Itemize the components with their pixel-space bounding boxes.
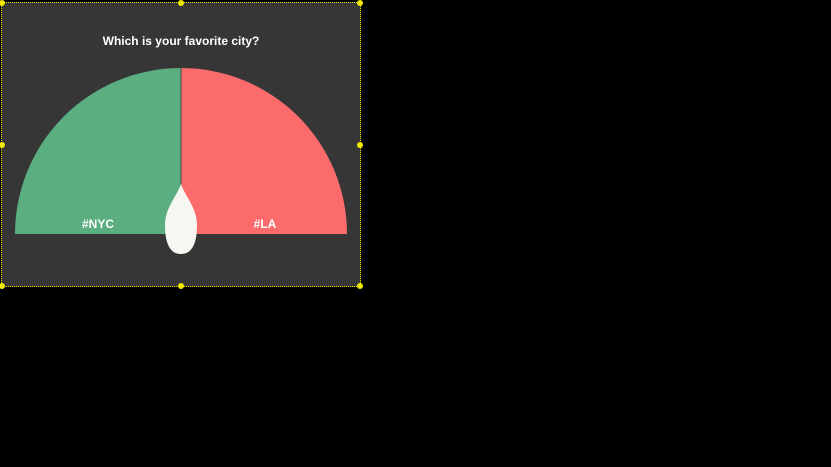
poll-widget-frame[interactable]: Which is your favorite city? #NYC #LA <box>0 0 363 289</box>
gauge-segment-nyc <box>15 68 181 234</box>
option-label-nyc: #NYC <box>81 217 114 231</box>
resize-handle-top[interactable] <box>178 0 184 6</box>
resize-handle-right[interactable] <box>357 142 363 148</box>
poll-gauge <box>15 67 347 254</box>
resize-handle-bottom-left[interactable] <box>0 283 5 289</box>
resize-handle-top-right[interactable] <box>357 0 363 6</box>
resize-handle-bottom-right[interactable] <box>357 283 363 289</box>
workspace-canvas: Which is your favorite city? #NYC #LA <box>0 0 831 467</box>
gauge-segment-la <box>181 68 347 234</box>
option-label-la: #LA <box>253 217 277 231</box>
resize-handle-bottom[interactable] <box>178 283 184 289</box>
